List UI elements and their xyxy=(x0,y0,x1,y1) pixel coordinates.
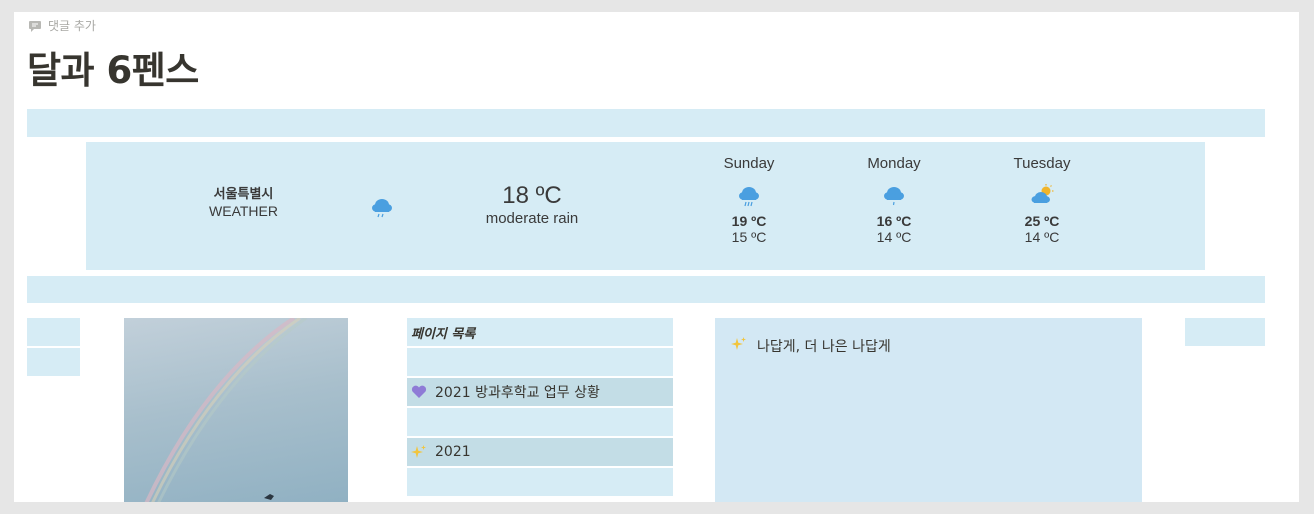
callout-text: 나답게, 더 나은 나답게 xyxy=(757,339,891,355)
light-rain-cloud-icon xyxy=(884,187,904,206)
forecast-low: 14 ºC xyxy=(876,229,912,245)
page-list-title: 페이지 목록 xyxy=(411,326,476,342)
middle-band-block[interactable] xyxy=(27,276,1265,303)
page-list-header: 페이지 목록 xyxy=(407,318,673,346)
current-description: moderate rain xyxy=(485,210,579,227)
current-weather: 18 ºC moderate rain xyxy=(476,182,588,227)
forecast-high: 25 ºC xyxy=(1024,213,1060,229)
top-band-block[interactable] xyxy=(27,109,1265,137)
page-link-label: 2021 xyxy=(435,444,471,460)
page-list-spacer xyxy=(407,348,673,376)
add-comment-button[interactable]: 댓글 추가 xyxy=(28,17,96,34)
current-temperature: 18 ºC xyxy=(502,182,562,209)
page-title[interactable]: 달과 6펜스 xyxy=(27,40,199,94)
page-list-spacer xyxy=(407,408,673,436)
forecast-day-monday: Monday 16 ºC 14 ºC xyxy=(839,155,949,245)
forecast-day-name: Sunday xyxy=(723,155,775,172)
rain-cloud-icon xyxy=(372,199,392,218)
callout-block[interactable]: 나답게, 더 나은 나답게 xyxy=(715,318,1142,502)
weather-label: WEATHER xyxy=(209,203,278,219)
forecast-day-name: Tuesday xyxy=(1013,155,1071,172)
forecast-low: 15 ºC xyxy=(731,229,767,245)
left-block[interactable] xyxy=(27,348,80,376)
forecast-high: 16 ºC xyxy=(876,213,912,229)
comment-icon xyxy=(29,20,41,32)
forecast-day-tuesday: Tuesday 25 ºC 14 ºC xyxy=(987,155,1097,245)
purple-heart-icon xyxy=(411,384,431,400)
add-comment-label: 댓글 추가 xyxy=(48,19,96,33)
forecast-day-name: Monday xyxy=(867,155,921,172)
callout-content: 나답게, 더 나은 나답게 xyxy=(731,336,891,356)
left-block[interactable] xyxy=(27,318,80,346)
forecast-high: 19 ºC xyxy=(731,213,767,229)
notion-page: 댓글 추가 달과 6펜스 서울특별시 WEATHER 18 ºC moderat… xyxy=(14,12,1299,502)
page-link-label: 2021 방과후학교 업무 상황 xyxy=(435,385,600,401)
forecast-low: 14 ºC xyxy=(1024,229,1060,245)
page-link-after-school[interactable]: 2021 방과후학교 업무 상황 xyxy=(407,378,673,406)
sparkles-icon xyxy=(731,336,747,356)
sparkles-icon xyxy=(411,444,431,460)
right-block[interactable] xyxy=(1185,318,1265,346)
city-name: 서울특별시 xyxy=(213,187,274,202)
rainbow-graphic xyxy=(144,318,307,502)
rain-cloud-icon xyxy=(739,187,759,207)
weather-widget[interactable]: 서울특별시 WEATHER 18 ºC moderate rain Sunday xyxy=(86,142,1205,270)
page-list: 페이지 목록 2021 방과후학교 업무 상황 2021 xyxy=(407,318,673,498)
page-list-spacer xyxy=(407,468,673,496)
forecast-day-sunday: Sunday 19 ºC 15 ºC xyxy=(694,155,804,245)
rainbow-photo[interactable] xyxy=(124,318,348,502)
weather-location: 서울특별시 WEATHER xyxy=(196,186,291,220)
page-link-2021[interactable]: 2021 xyxy=(407,438,673,466)
partly-sunny-cloud-icon xyxy=(1031,184,1054,203)
